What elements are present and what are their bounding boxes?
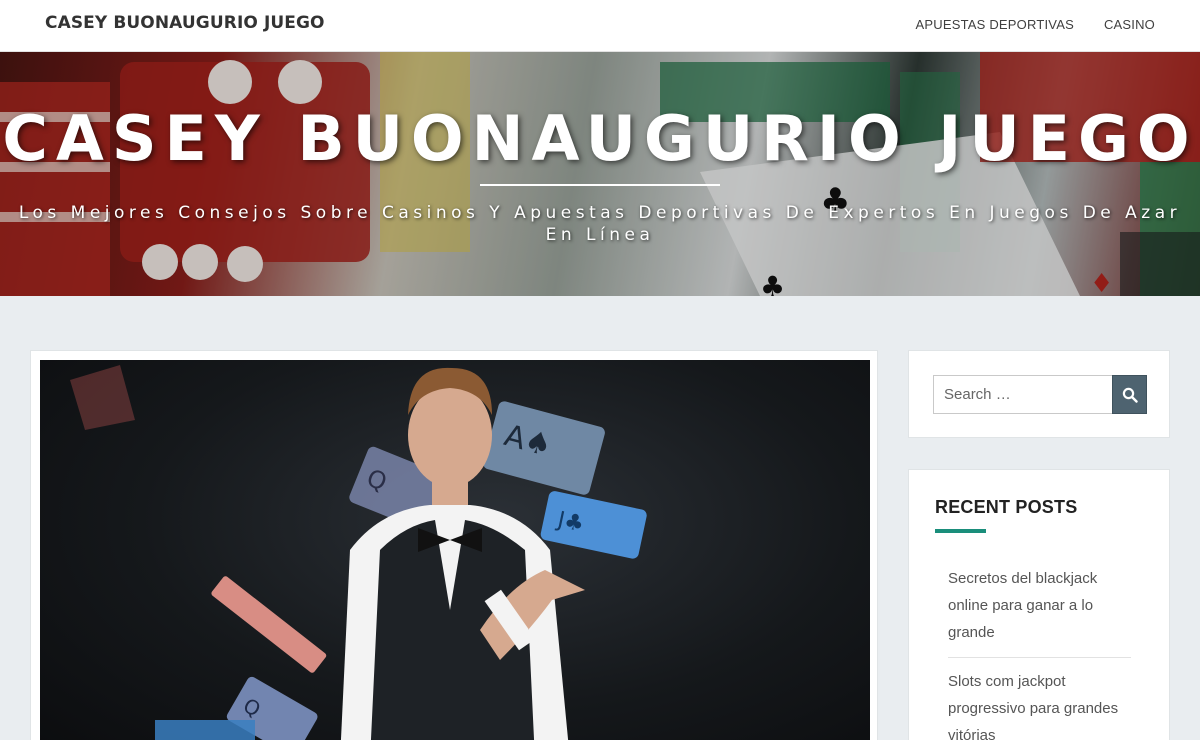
site-title-link[interactable]: CASEY BUONAUGURIO JUEGO (45, 13, 325, 33)
hero-divider (480, 184, 720, 186)
recent-posts-title: RECENT POSTS (935, 497, 1078, 517)
search-icon (1122, 387, 1138, 403)
croupier-with-cards-illustration: A♠ Q J♣ Q (70, 365, 647, 740)
hero-tagline: Los Mejores Consejos Sobre Casinos Y Apu… (18, 203, 1182, 245)
list-item: Secretos del blackjack online para ganar… (948, 565, 1131, 658)
recent-post-link[interactable]: Slots com jackpot progressivo para grand… (948, 673, 1118, 740)
search-input[interactable] (933, 375, 1113, 414)
nav-item-apuestas-deportivas[interactable]: APUESTAS DEPORTIVAS (916, 17, 1074, 32)
search-widget (908, 350, 1170, 438)
main-navigation: APUESTAS DEPORTIVAS CASINO (916, 17, 1155, 32)
list-item: Slots com jackpot progressivo para grand… (948, 668, 1131, 740)
recent-posts-widget: RECENT POSTS Secretos del blackjack onli… (908, 469, 1170, 740)
widget-title-underline (935, 529, 986, 533)
nav-item-casino[interactable]: CASINO (1104, 17, 1155, 32)
featured-post-card: A♠ Q J♣ Q (30, 350, 878, 740)
search-button[interactable] (1112, 375, 1147, 414)
featured-post-image[interactable]: A♠ Q J♣ Q (40, 360, 870, 740)
site-header: CASEY BUONAUGURIO JUEGO APUESTAS DEPORTI… (0, 0, 1200, 52)
recent-posts-list: Secretos del blackjack online para ganar… (948, 565, 1131, 740)
hero-title: CASEY BUONAUGURIO JUEGO (2, 102, 1198, 175)
recent-post-link[interactable]: Secretos del blackjack online para ganar… (948, 570, 1097, 641)
hero-banner: ♣ ♣ ♦ CASEY BUONAUGURIO JUEGO Los Mejore… (0, 52, 1200, 296)
